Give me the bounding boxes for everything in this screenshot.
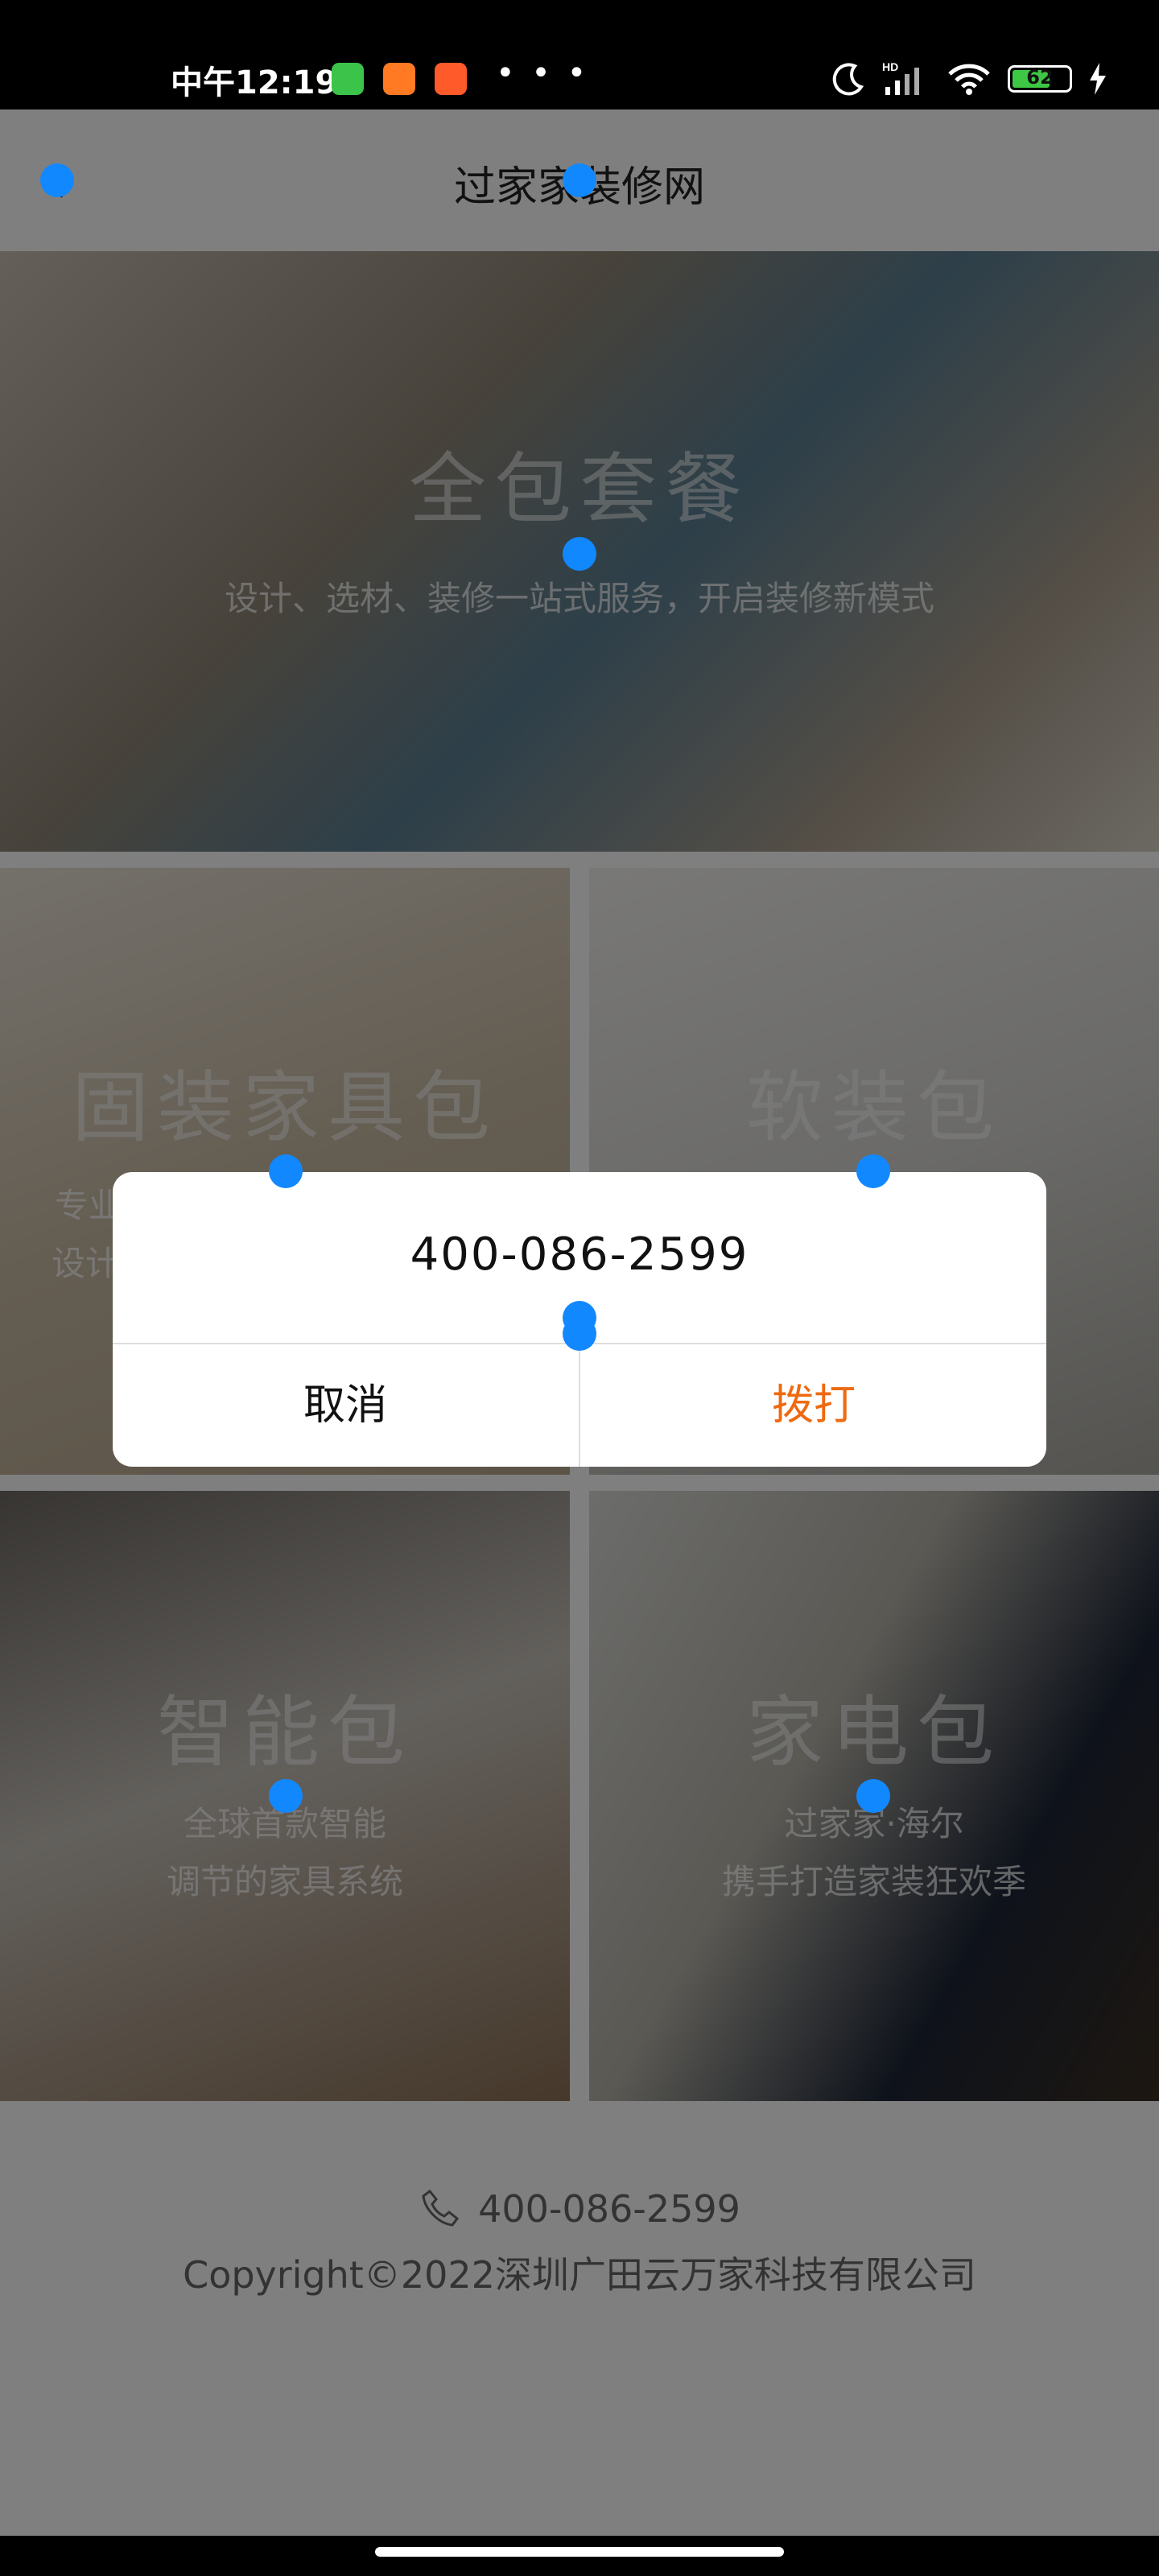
touch-indicator [563,1317,596,1351]
status-time: 中午12:19 [171,64,338,101]
touch-indicator [269,1154,303,1188]
battery-level: 62 [1026,66,1054,89]
app-home-icon [383,63,415,95]
svg-text:HD: HD [882,61,898,73]
wifi-icon [948,64,990,95]
app-robot-icon [332,63,364,95]
home-indicator[interactable] [375,2547,784,2557]
app-shop-icon [435,63,467,95]
call-button[interactable]: 拨打 [581,1344,1046,1467]
battery-icon: 62 [1008,65,1072,93]
touch-indicator [269,1779,303,1813]
status-right: HD 62 [831,61,1107,97]
touch-indicator [856,1779,890,1813]
more-notifications-icon: • • • [496,55,590,92]
cancel-button[interactable]: 取消 [113,1344,578,1467]
moon-icon [832,63,864,96]
dialog-message: 400-086-2599 [410,1228,749,1281]
charging-icon [1090,63,1106,95]
touch-indicator [856,1154,890,1188]
touch-indicator [563,163,596,197]
status-bar: 中午12:19 • • • HD 62 [0,0,1159,109]
dialog-button-divider [579,1343,580,1467]
touch-indicator [40,163,74,197]
touch-indicator [563,537,596,571]
signal-icon: HD [882,61,919,95]
